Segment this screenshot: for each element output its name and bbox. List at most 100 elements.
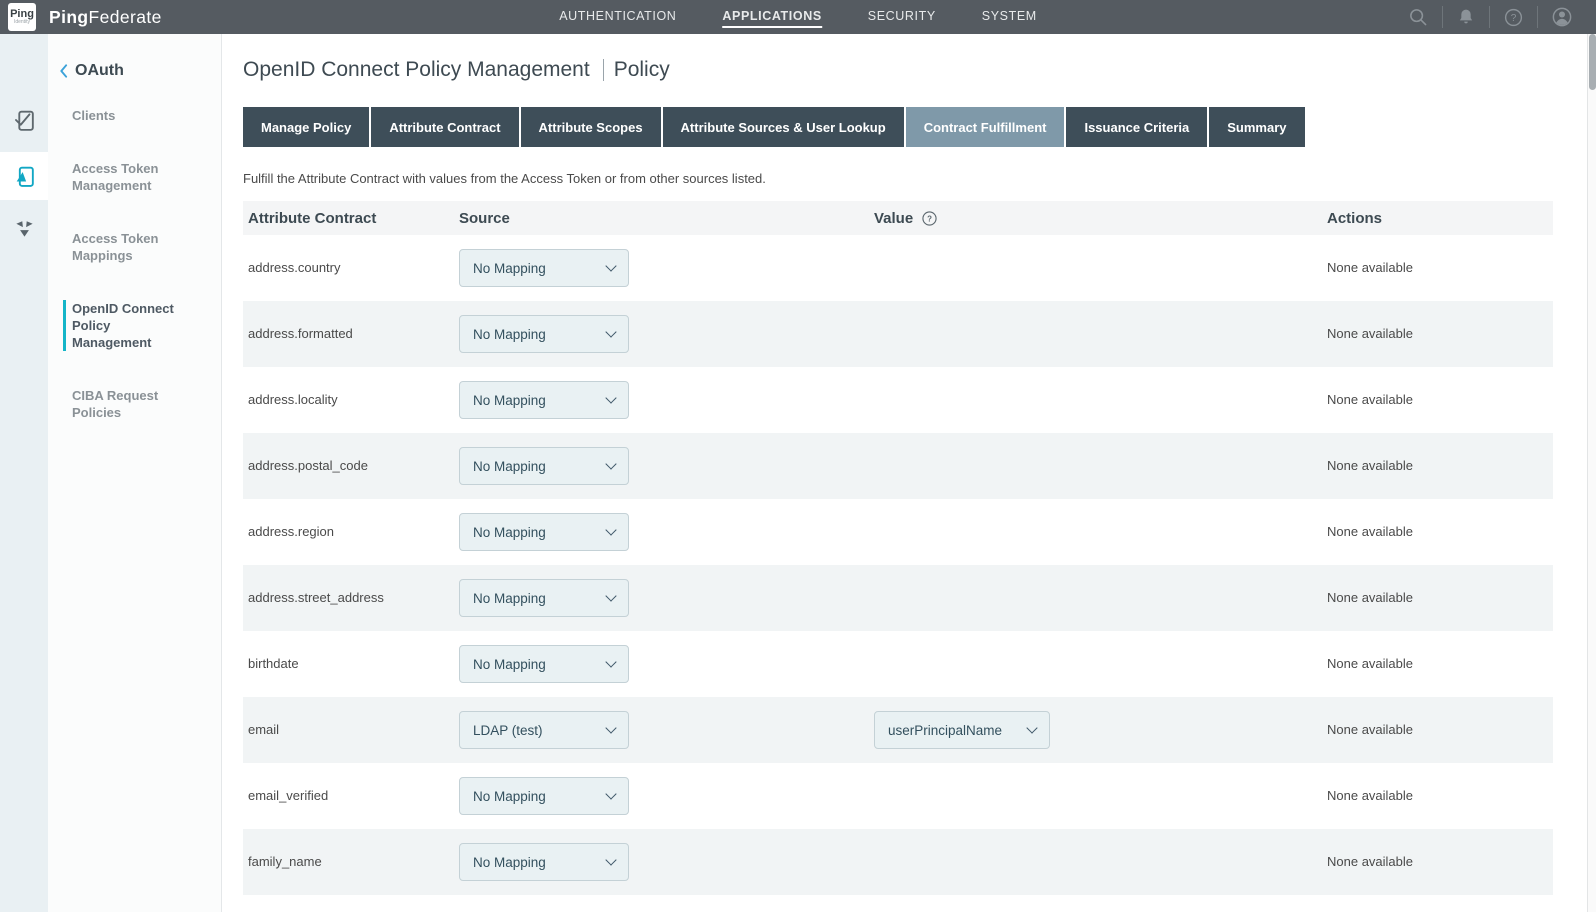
value-dropdown[interactable]: userPrincipalName: [874, 711, 1050, 749]
tab-attribute-contract[interactable]: Attribute Contract: [371, 107, 518, 147]
sidebar-item-access-token-management[interactable]: Access Token Management: [72, 160, 194, 194]
sidebar-item-label: Clients: [72, 108, 115, 123]
table-row-address-region: address.region No Mapping None available: [243, 499, 1553, 565]
sidebar-item-label: Access Token Management: [72, 161, 158, 193]
ping-identity-logo[interactable]: Ping Identity: [8, 3, 36, 31]
value-help-icon[interactable]: ?: [922, 211, 937, 226]
svg-text:?: ?: [927, 214, 932, 223]
attribute-name: address.country: [248, 260, 341, 275]
table-row-address-postal-code: address.postal_code No Mapping None avai…: [243, 433, 1553, 499]
actions-text: None available: [1327, 854, 1413, 869]
source-dropdown-value: No Mapping: [473, 327, 546, 342]
actions-text: None available: [1327, 458, 1413, 473]
table-row-email-verified: email_verified No Mapping None available: [243, 763, 1553, 829]
tab-manage-policy[interactable]: Manage Policy: [243, 107, 369, 147]
actions-text: None available: [1327, 260, 1413, 275]
chevron-down-icon: [605, 524, 616, 535]
chevron-down-icon: [605, 326, 616, 337]
mappings-icon[interactable]: [0, 204, 48, 252]
nav-item-authentication[interactable]: AUTHENTICATION: [559, 6, 676, 28]
source-dropdown-value: No Mapping: [473, 789, 546, 804]
svg-text:?: ?: [1511, 13, 1517, 24]
logo-subtext: Identity: [14, 19, 30, 25]
search-icon[interactable]: [1394, 6, 1442, 28]
sidebar-item-clients[interactable]: Clients: [72, 107, 194, 124]
nav-item-label: APPLICATIONS: [722, 9, 821, 23]
tab-label: Summary: [1227, 120, 1286, 135]
vertical-scrollbar[interactable]: [1587, 34, 1596, 912]
tab-summary[interactable]: Summary: [1209, 107, 1304, 147]
tab-label: Manage Policy: [261, 120, 351, 135]
chevron-down-icon: [605, 788, 616, 799]
sidebar-nav: Clients Access Token Management Access Tok…: [48, 107, 221, 421]
clients-clipboard-icon[interactable]: [0, 96, 48, 144]
sidebar-item-label: Access Token Mappings: [72, 231, 158, 263]
attribute-name: address.postal_code: [248, 458, 368, 473]
actions-text: None available: [1327, 722, 1413, 737]
sidebar-item-ciba-request-policies[interactable]: CIBA Request Policies: [72, 387, 194, 421]
sidebar-item-access-token-mappings[interactable]: Access Token Mappings: [72, 230, 194, 264]
attribute-name: address.formatted: [248, 326, 353, 341]
attribute-name: family_name: [248, 854, 322, 869]
chevron-down-icon: [605, 854, 616, 865]
source-dropdown-value: No Mapping: [473, 591, 546, 606]
primary-nav: AUTHENTICATION APPLICATIONS SECURITY SYSTEM: [559, 0, 1037, 34]
logo-text: Ping: [10, 9, 34, 19]
source-dropdown-value: LDAP (test): [473, 723, 543, 738]
table-row-family-name: family_name No Mapping None available: [243, 829, 1553, 895]
attribute-name: address.street_address: [248, 590, 384, 605]
scrollbar-thumb[interactable]: [1589, 34, 1596, 90]
table-row-birthdate: birthdate No Mapping None available: [243, 631, 1553, 697]
sidebar-item-label: CIBA Request Policies: [72, 388, 158, 420]
sidebar-back-oauth[interactable]: OAuth: [48, 62, 221, 80]
notifications-bell-icon[interactable]: [1443, 7, 1489, 27]
access-token-icon-active[interactable]: [0, 152, 48, 200]
source-dropdown-value: No Mapping: [473, 855, 546, 870]
source-dropdown[interactable]: No Mapping: [459, 579, 629, 617]
tab-issuance-criteria[interactable]: Issuance Criteria: [1066, 107, 1207, 147]
nav-item-security[interactable]: SECURITY: [868, 6, 936, 28]
sidebar-item-openid-connect-policy-management[interactable]: OpenID Connect Policy Management: [63, 300, 185, 351]
account-user-icon[interactable]: [1538, 6, 1586, 28]
attribute-name: birthdate: [248, 656, 299, 671]
source-dropdown[interactable]: LDAP (test): [459, 711, 629, 749]
table-header-row: Attribute Contract Source Value ? Action…: [243, 201, 1553, 235]
page-title: OpenID Connect Policy Management Policy: [243, 58, 1596, 82]
top-bar: Ping Identity PingFederate AUTHENTICATIO…: [0, 0, 1596, 34]
tab-attribute-scopes[interactable]: Attribute Scopes: [521, 107, 661, 147]
table-row-address-formatted: address.formatted No Mapping None availa…: [243, 301, 1553, 367]
help-icon[interactable]: ?: [1490, 7, 1537, 28]
attribute-name: address.region: [248, 524, 334, 539]
source-dropdown[interactable]: No Mapping: [459, 447, 629, 485]
source-dropdown[interactable]: No Mapping: [459, 777, 629, 815]
tab-contract-fulfillment[interactable]: Contract Fulfillment: [906, 107, 1065, 147]
nav-item-applications[interactable]: APPLICATIONS: [722, 6, 821, 28]
table-row-address-country: address.country No Mapping None availabl…: [243, 235, 1553, 301]
header-value: Value ?: [853, 210, 1305, 227]
chevron-down-icon: [605, 260, 616, 271]
source-dropdown-value: No Mapping: [473, 459, 546, 474]
icon-rail: [0, 34, 48, 912]
header-source: Source: [454, 210, 853, 227]
actions-text: None available: [1327, 326, 1413, 341]
tab-attribute-sources-user-lookup[interactable]: Attribute Sources & User Lookup: [663, 107, 904, 147]
sidebar-item-label: OpenID Connect Policy Management: [72, 301, 174, 350]
source-dropdown[interactable]: No Mapping: [459, 843, 629, 881]
header-actions: Actions: [1305, 210, 1553, 227]
chevron-down-icon: [605, 392, 616, 403]
source-dropdown-value: No Mapping: [473, 393, 546, 408]
chevron-down-icon: [605, 722, 616, 733]
chevron-down-icon: [605, 590, 616, 601]
title-divider: [603, 59, 604, 81]
source-dropdown[interactable]: No Mapping: [459, 249, 629, 287]
source-dropdown-value: No Mapping: [473, 525, 546, 540]
fulfillment-table: Attribute Contract Source Value ? Action…: [243, 201, 1553, 895]
nav-item-system[interactable]: SYSTEM: [982, 6, 1037, 28]
actions-text: None available: [1327, 788, 1413, 803]
nav-item-label: SECURITY: [868, 9, 936, 23]
source-dropdown[interactable]: No Mapping: [459, 513, 629, 551]
source-dropdown[interactable]: No Mapping: [459, 315, 629, 353]
source-dropdown[interactable]: No Mapping: [459, 381, 629, 419]
source-dropdown[interactable]: No Mapping: [459, 645, 629, 683]
actions-text: None available: [1327, 524, 1413, 539]
